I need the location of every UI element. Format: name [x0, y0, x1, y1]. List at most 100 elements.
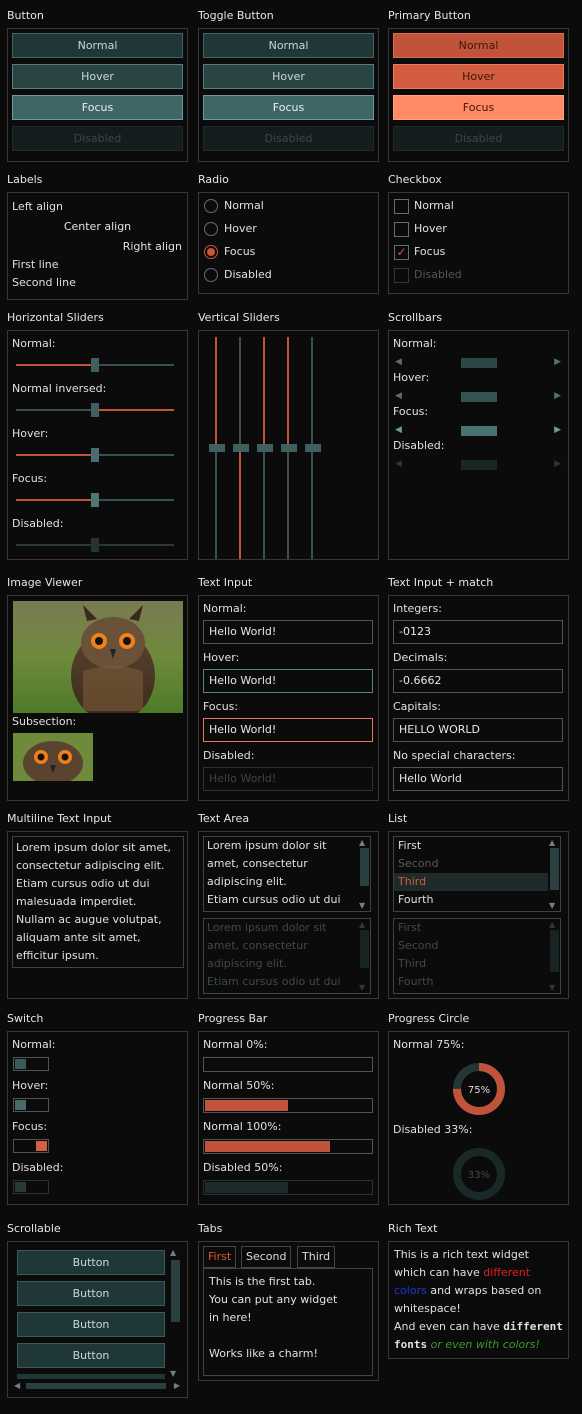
slider-label: Focus:	[12, 472, 48, 485]
tab-content: This is the first tab. You can put any wi…	[203, 1268, 373, 1376]
scrollable-button-4[interactable]: Button	[17, 1343, 165, 1368]
progress-fill	[205, 1100, 288, 1111]
list-normal[interactable]: First Second Third Fourth	[393, 836, 561, 912]
rich-text-line: which can have different	[394, 1264, 566, 1282]
no-special-input[interactable]: Hello World	[393, 767, 563, 791]
scrollable-vertical-scrollbar[interactable]: ▲ ▼	[170, 1248, 180, 1378]
list-scrollbar[interactable]: ▲ ▼	[549, 838, 559, 910]
vertical-slider[interactable]	[209, 337, 225, 559]
primary-button-normal[interactable]: Normal	[393, 33, 564, 58]
horizontal-slider[interactable]	[16, 493, 174, 507]
arrow-right-icon[interactable]: ▶	[554, 425, 561, 435]
switch-hover[interactable]	[13, 1098, 49, 1112]
label-center-align: Center align	[63, 220, 132, 233]
checkbox-hover[interactable]	[394, 222, 409, 237]
radio-focus[interactable]	[204, 245, 218, 259]
switch-normal[interactable]	[13, 1057, 49, 1071]
check-mark-icon: ✓	[396, 245, 407, 259]
checkbox-normal[interactable]	[394, 199, 409, 214]
scrollbar-thumb[interactable]	[461, 358, 497, 368]
radio-normal[interactable]	[204, 199, 218, 213]
text-input-focus[interactable]: Hello World!	[203, 718, 373, 742]
scrollable-horizontal-scrollbar[interactable]: ◀ ▶	[14, 1381, 180, 1391]
scroll-up-icon[interactable]: ▲	[359, 838, 365, 847]
scrollable-button-2[interactable]: Button	[17, 1281, 165, 1306]
text-input-hover[interactable]: Hello World!	[203, 669, 373, 693]
list-item[interactable]: First	[394, 837, 560, 855]
section-title-multiline: Multiline Text Input	[7, 812, 112, 825]
button-normal[interactable]: Normal	[12, 33, 183, 58]
scrollbar-thumb[interactable]	[461, 392, 497, 402]
slider-knob[interactable]	[257, 444, 273, 452]
scroll-down-icon[interactable]: ▼	[170, 1369, 176, 1378]
multiline-text-input[interactable]: Lorem ipsum dolor sit amet, consectetur a…	[12, 836, 184, 968]
list-disabled-scrollbar: ▲ ▼	[549, 920, 559, 992]
slider-knob[interactable]	[281, 444, 297, 452]
slider-knob[interactable]	[91, 358, 99, 372]
arrow-left-icon[interactable]: ◀	[395, 357, 402, 367]
primary-button-hover[interactable]: Hover	[393, 64, 564, 89]
slider-knob[interactable]	[209, 444, 225, 452]
arrow-right-icon[interactable]: ▶	[174, 1381, 180, 1390]
scroll-up-icon[interactable]: ▲	[170, 1248, 176, 1257]
scrollable-button-3[interactable]: Button	[17, 1312, 165, 1337]
section-title-progress-bar: Progress Bar	[198, 1012, 268, 1025]
horizontal-slider[interactable]	[16, 358, 174, 372]
capitals-input[interactable]: HELLO WORLD	[393, 718, 563, 742]
switch-focus[interactable]	[13, 1139, 49, 1153]
scroll-up-icon[interactable]: ▲	[549, 838, 555, 847]
scrollbar-thumb[interactable]	[461, 426, 497, 436]
section-title-toggle-button: Toggle Button	[198, 9, 274, 22]
tab-third[interactable]: Third	[297, 1246, 336, 1268]
arrow-left-icon[interactable]: ◀	[14, 1381, 20, 1390]
owl-subsection-image[interactable]	[13, 733, 93, 781]
scroll-down-icon[interactable]: ▼	[359, 901, 365, 910]
scrollbar-focus[interactable]: ◀ ▶	[395, 425, 561, 437]
scrollable-button-1[interactable]: Button	[17, 1250, 165, 1275]
horizontal-slider[interactable]	[16, 403, 174, 417]
arrow-left-icon[interactable]: ◀	[395, 425, 402, 435]
scrollbar-thumb[interactable]	[550, 848, 559, 890]
text-area-scrollbar[interactable]: ▲ ▼	[359, 838, 369, 910]
toggle-button-hover[interactable]: Hover	[203, 64, 374, 89]
arrow-left-icon[interactable]: ◀	[395, 391, 402, 401]
arrow-right-icon[interactable]: ▶	[554, 357, 561, 367]
tab-second[interactable]: Second	[241, 1246, 292, 1268]
slider-knob[interactable]	[233, 444, 249, 452]
primary-button-focus[interactable]: Focus	[393, 95, 564, 120]
scrollbar-normal[interactable]: ◀ ▶	[395, 357, 561, 369]
decimals-input[interactable]: -0.6662	[393, 669, 563, 693]
text-input-normal[interactable]: Hello World!	[203, 620, 373, 644]
vertical-slider[interactable]	[257, 337, 273, 559]
scrollbar-hover[interactable]: ◀ ▶	[395, 391, 561, 403]
owl-image[interactable]	[13, 601, 183, 713]
integers-input[interactable]: -0123	[393, 620, 563, 644]
text-area-normal[interactable]: Lorem ipsum dolor sit amet, consectetur ad…	[203, 836, 371, 912]
checkbox-focus[interactable]: ✓	[394, 245, 409, 260]
slider-knob[interactable]	[91, 448, 99, 462]
button-focus[interactable]: Focus	[12, 95, 183, 120]
scroll-down-icon[interactable]: ▼	[549, 901, 555, 910]
scrollbar-thumb	[360, 930, 369, 968]
rich-text-line: fonts or even with colors!	[394, 1336, 566, 1354]
scrollbar-thumb[interactable]	[171, 1260, 180, 1322]
tab-first[interactable]: First	[203, 1246, 237, 1268]
list-item[interactable]: Second	[394, 855, 560, 873]
section-title-checkbox: Checkbox	[388, 173, 442, 186]
horizontal-slider[interactable]	[16, 448, 174, 462]
vertical-slider[interactable]	[233, 337, 249, 559]
slider-knob[interactable]	[91, 493, 99, 507]
slider-knob[interactable]	[91, 403, 99, 417]
list-item[interactable]: Fourth	[394, 891, 560, 909]
radio-hover[interactable]	[204, 222, 218, 236]
vertical-slider[interactable]	[281, 337, 297, 559]
toggle-button-focus[interactable]: Focus	[203, 95, 374, 120]
scroll-up-icon: ▲	[359, 920, 366, 929]
arrow-right-icon[interactable]: ▶	[554, 391, 561, 401]
button-hover[interactable]: Hover	[12, 64, 183, 89]
scrollbar-thumb[interactable]	[360, 848, 369, 886]
list-item-selected[interactable]: Third	[394, 873, 548, 891]
scrollbar-thumb[interactable]	[26, 1383, 166, 1389]
text-line: adipiscing elit.	[207, 957, 287, 970]
toggle-button-normal[interactable]: Normal	[203, 33, 374, 58]
